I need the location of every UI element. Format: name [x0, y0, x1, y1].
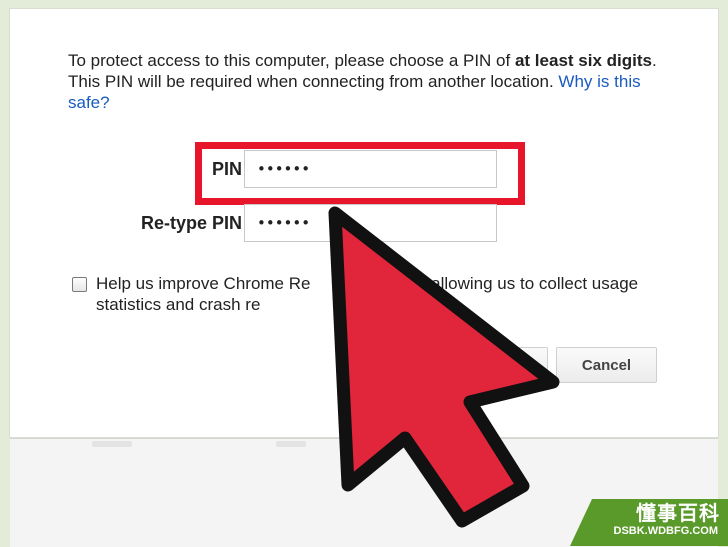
- description-bold: at least six digits: [514, 51, 652, 70]
- usage-stats-label: Help us improve Chrome Re by allowing us …: [96, 273, 666, 315]
- pin-highlight-box: [195, 142, 525, 205]
- pin-description: To protect access to this computer, plea…: [68, 50, 658, 113]
- cancel-button[interactable]: Cancel: [556, 347, 657, 383]
- usage-stats-label-start: Help us improve Chrome Re: [96, 274, 311, 293]
- faded-text: [92, 441, 132, 447]
- faded-text: [276, 441, 306, 447]
- watermark-corner: [570, 499, 592, 546]
- retype-pin-label: Re-type PIN: [140, 213, 242, 233]
- watermark-name: 懂事百科: [636, 503, 720, 525]
- ok-button[interactable]: [480, 347, 548, 383]
- description-text-start: To protect access to this computer, plea…: [68, 51, 515, 70]
- retype-pin-input[interactable]: [244, 204, 497, 242]
- pin-dialog: To protect access to this computer, plea…: [10, 9, 718, 437]
- watermark-url: DSBK.WDBFG.COM: [613, 525, 719, 537]
- usage-stats-checkbox[interactable]: [72, 277, 87, 292]
